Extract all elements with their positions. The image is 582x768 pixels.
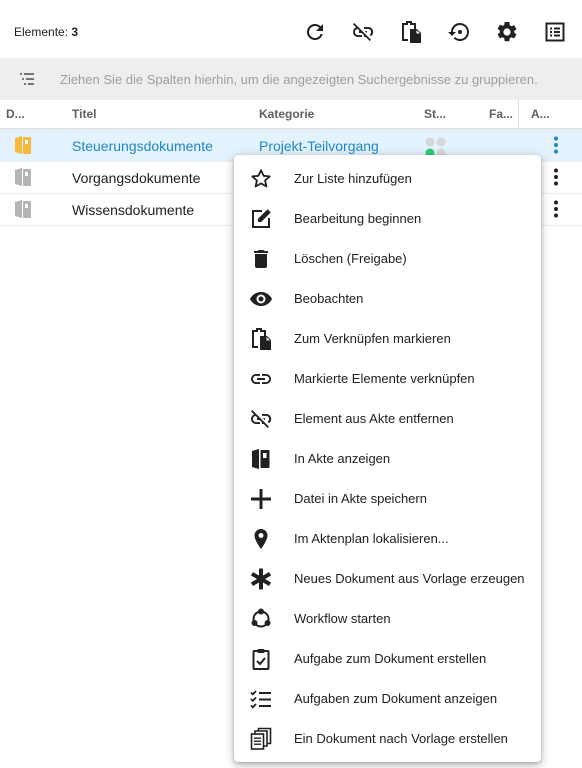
restore-icon[interactable] xyxy=(446,19,472,45)
toolbar: Elemente: 3 xyxy=(0,0,582,58)
folder-binder-icon xyxy=(15,200,31,218)
menu-item-label: Löschen (Freigabe) xyxy=(294,251,407,266)
column-header-actions[interactable]: A... xyxy=(531,107,550,121)
clipboard-check-icon xyxy=(248,646,274,672)
status-indicator xyxy=(425,137,446,155)
menu-item-label: In Akte anzeigen xyxy=(294,451,391,466)
settings-icon[interactable] xyxy=(494,19,520,45)
clipboard-copy-icon[interactable] xyxy=(398,19,424,45)
row-title[interactable]: Vorgangsdokumente xyxy=(72,170,200,186)
group-by-bar[interactable]: Ziehen Sie die Spalten hierhin, um die a… xyxy=(0,58,582,100)
column-header-category[interactable]: Kategorie xyxy=(259,107,314,121)
row-title[interactable]: Wissensdokumente xyxy=(72,202,194,218)
column-header-fa[interactable]: Fa... xyxy=(489,107,513,121)
menu-item-create-task[interactable]: Aufgabe zum Dokument erstellen xyxy=(234,638,541,678)
menu-item-label: Element aus Akte entfernen xyxy=(294,411,454,426)
menu-item-delete[interactable]: Löschen (Freigabe) xyxy=(234,238,541,278)
column-header-status[interactable]: St... xyxy=(424,107,446,121)
more-vertical-icon[interactable] xyxy=(548,167,564,187)
menu-item-label: Datei in Akte speichern xyxy=(294,491,427,506)
menu-item-label: Aufgabe zum Dokument erstellen xyxy=(294,651,487,666)
menu-item-label: Zum Verknüpfen markieren xyxy=(294,331,451,346)
row-category[interactable]: Projekt-Teilvorgang xyxy=(259,138,379,154)
element-count-value: 3 xyxy=(71,25,79,39)
plus-icon xyxy=(248,486,274,512)
checklist-icon xyxy=(248,686,274,712)
context-menu: Zur Liste hinzufügen Bearbeitung beginne… xyxy=(234,155,541,762)
menu-item-watch[interactable]: Beobachten xyxy=(234,278,541,318)
asterisk-icon xyxy=(248,566,274,592)
column-header-title[interactable]: Titel xyxy=(72,107,96,121)
workflow-icon xyxy=(248,606,274,632)
menu-item-label: Markierte Elemente verknüpfen xyxy=(294,371,475,386)
menu-item-remove-from-file[interactable]: Element aus Akte entfernen xyxy=(234,398,541,438)
star-outline-icon xyxy=(248,166,274,192)
menu-item-label: Bearbeitung beginnen xyxy=(294,211,422,226)
map-pin-icon xyxy=(248,526,274,552)
menu-item-start-workflow[interactable]: Workflow starten xyxy=(234,598,541,638)
menu-item-show-in-file[interactable]: In Akte anzeigen xyxy=(234,438,541,478)
menu-item-label: Ein Dokument nach Vorlage erstellen xyxy=(294,731,508,746)
menu-item-locate-in-file-plan[interactable]: Im Aktenplan lokalisieren... xyxy=(234,518,541,558)
folder-binder-icon xyxy=(15,168,31,186)
menu-item-label: Zur Liste hinzufügen xyxy=(294,171,412,186)
element-count: Elemente: 3 xyxy=(14,25,78,39)
refresh-icon[interactable] xyxy=(302,19,328,45)
menu-item-label: Beobachten xyxy=(294,291,364,306)
menu-item-label: Im Aktenplan lokalisieren... xyxy=(294,531,449,546)
row-title[interactable]: Steuerungsdokumente xyxy=(72,138,213,154)
menu-item-link-marked[interactable]: Markierte Elemente verknüpfen xyxy=(234,358,541,398)
unlink-icon[interactable] xyxy=(350,19,376,45)
menu-item-mark-for-linking[interactable]: Zum Verknüpfen markieren xyxy=(234,318,541,358)
group-by-hint: Ziehen Sie die Spalten hierhin, um die a… xyxy=(60,72,538,87)
menu-item-label: Aufgaben zum Dokument anzeigen xyxy=(294,691,498,706)
menu-item-create-doc-by-template[interactable]: Ein Dokument nach Vorlage erstellen xyxy=(234,718,541,758)
menu-item-start-editing[interactable]: Bearbeitung beginnen xyxy=(234,198,541,238)
folder-binder-icon xyxy=(15,136,31,154)
list-view-icon[interactable] xyxy=(542,19,568,45)
more-vertical-icon[interactable] xyxy=(548,135,564,155)
menu-item-add-to-list[interactable]: Zur Liste hinzufügen xyxy=(234,158,541,198)
element-count-label: Elemente: xyxy=(14,25,69,39)
copy-documents-icon xyxy=(248,726,274,752)
unlink-icon xyxy=(248,406,274,432)
more-vertical-icon[interactable] xyxy=(548,199,564,219)
menu-item-show-tasks[interactable]: Aufgaben zum Dokument anzeigen xyxy=(234,678,541,718)
eye-icon xyxy=(248,286,274,312)
menu-item-save-file-in-folder[interactable]: Datei in Akte speichern xyxy=(234,478,541,518)
column-header-doc[interactable]: D... xyxy=(6,107,25,121)
binder-icon xyxy=(248,446,274,472)
menu-item-label: Workflow starten xyxy=(294,611,391,626)
link-icon xyxy=(248,366,274,392)
menu-item-new-doc-from-template[interactable]: Neues Dokument aus Vorlage erzeugen xyxy=(234,558,541,598)
group-list-icon xyxy=(20,73,34,85)
edit-icon xyxy=(248,206,274,232)
table-header: D... Titel Kategorie St... Fa... A... xyxy=(0,100,582,129)
trash-icon xyxy=(248,246,274,272)
menu-item-label: Neues Dokument aus Vorlage erzeugen xyxy=(294,571,525,586)
clipboard-copy-icon xyxy=(248,326,274,352)
